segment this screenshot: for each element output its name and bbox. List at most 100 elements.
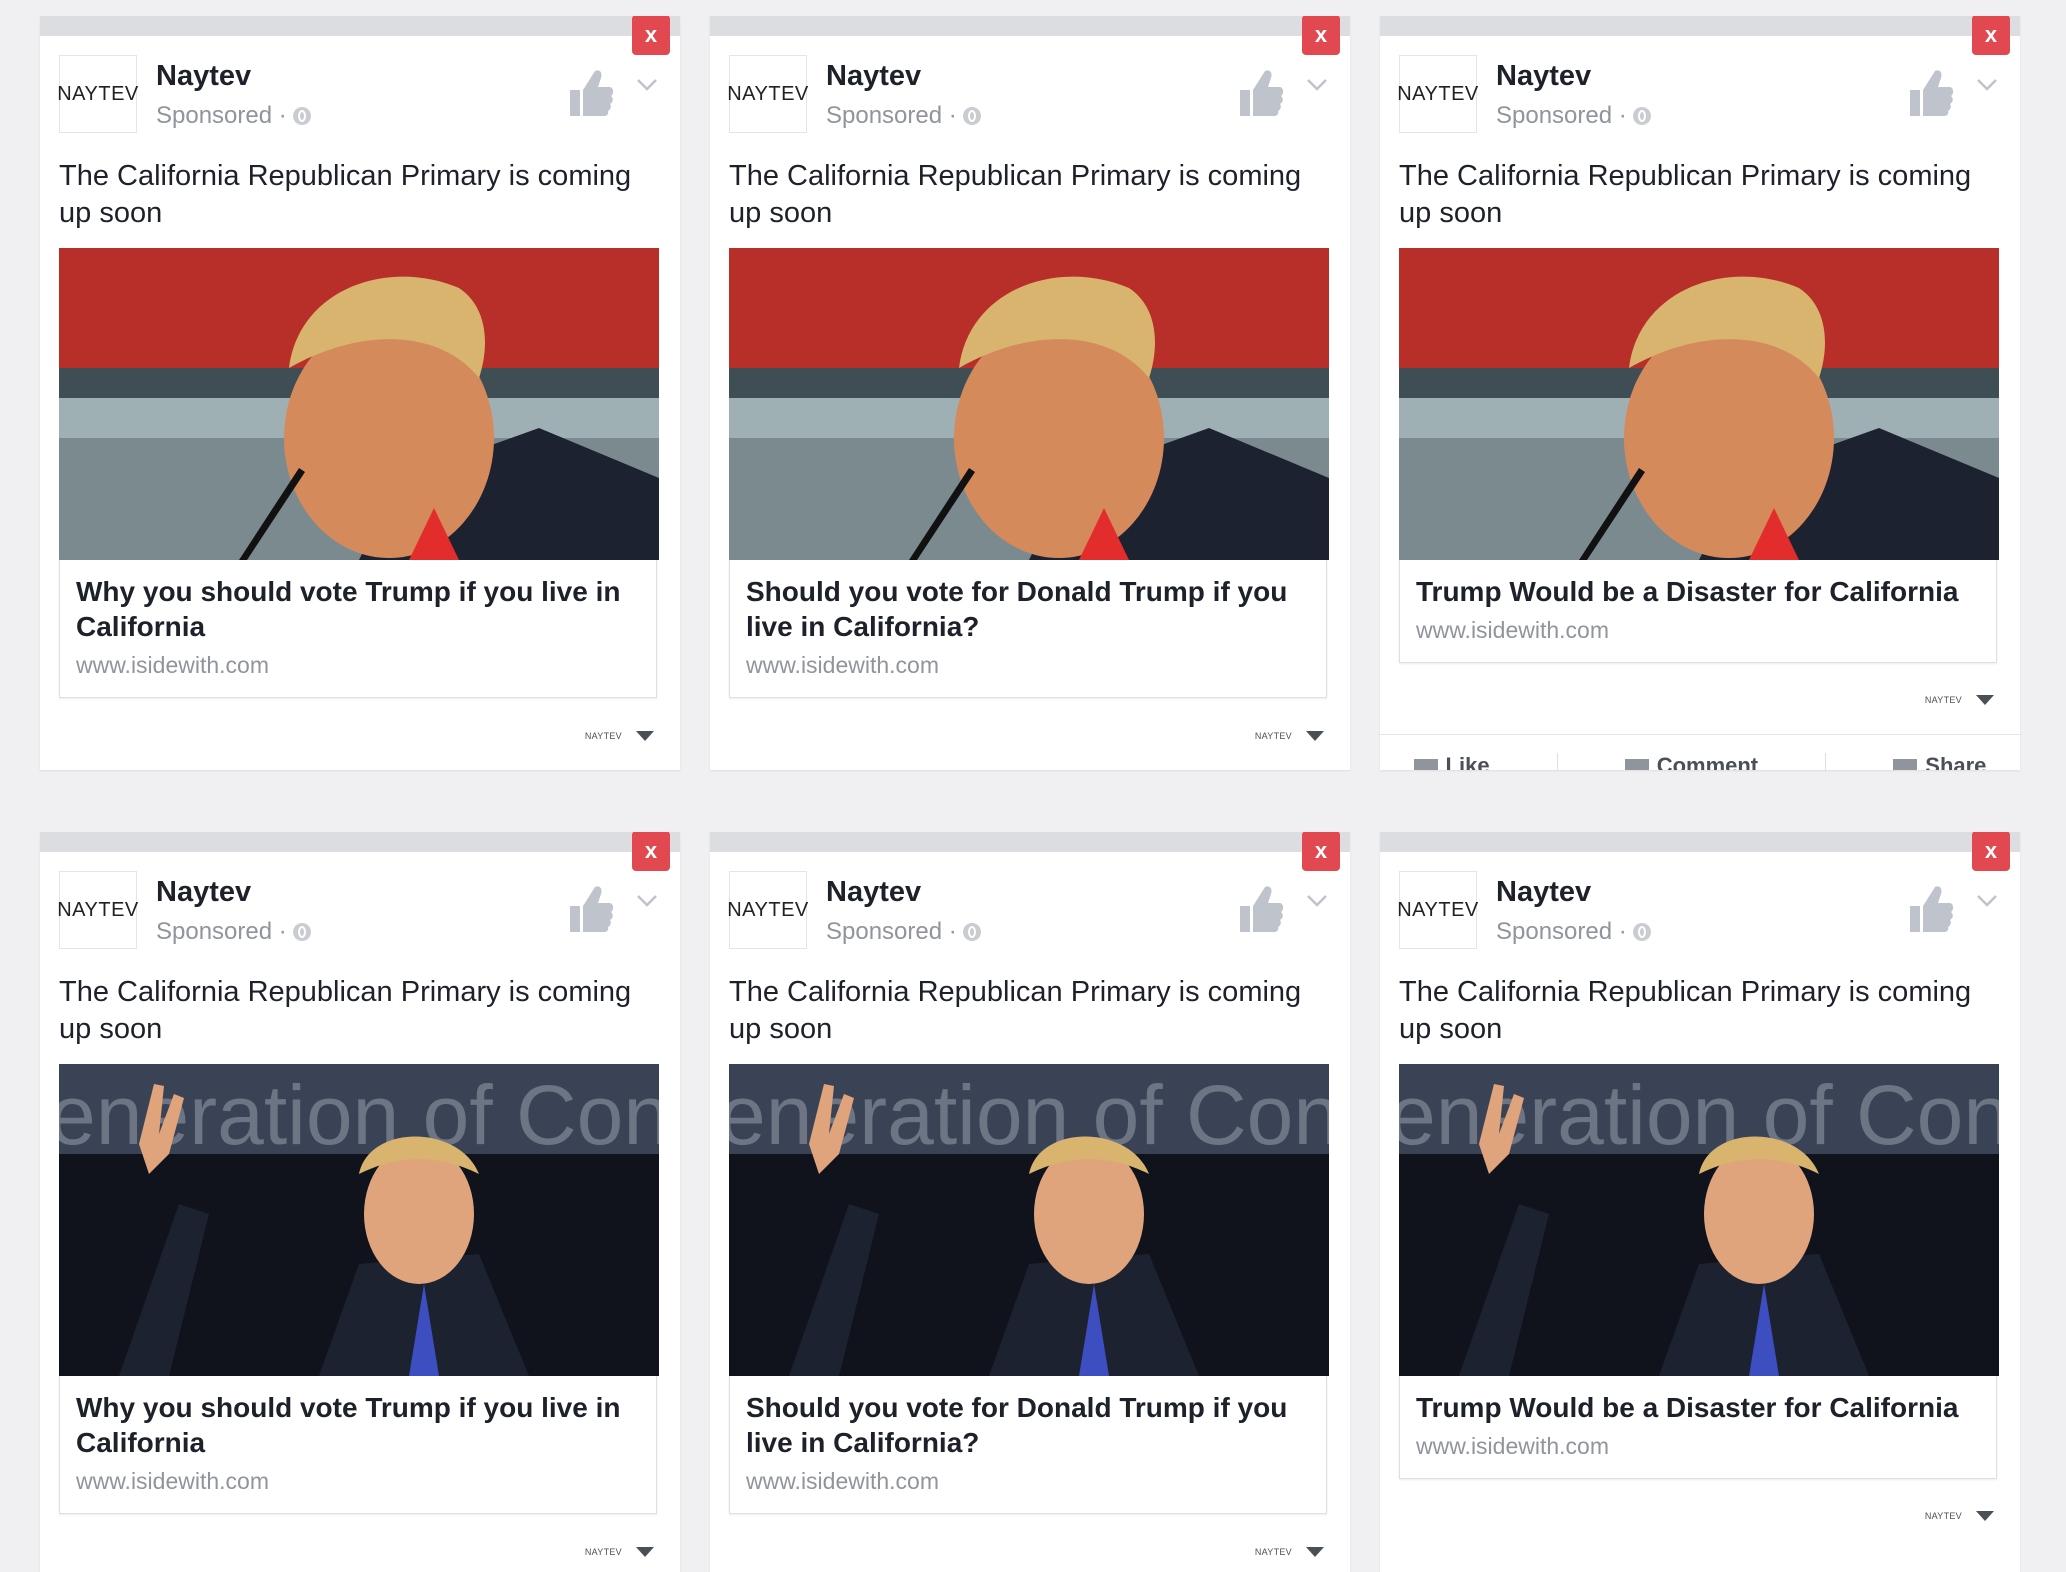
post-text: The California Republican Primary is com… (59, 160, 632, 229)
footer-menu-triangle-icon[interactable] (636, 1547, 654, 1557)
card-footer: NAYTEV (585, 731, 654, 741)
chevron-down-icon[interactable] (636, 74, 658, 96)
link-preview[interactable]: Why you should vote Trump if you live in… (59, 1376, 657, 1514)
chevron-down-icon[interactable] (1306, 890, 1328, 912)
debate-photo[interactable] (1399, 248, 1999, 560)
close-button[interactable]: x (632, 832, 670, 871)
ad-card-1: x NAYTEV Naytev Sponsored · The Californ… (40, 16, 680, 770)
footer-menu-triangle-icon[interactable] (1976, 1511, 1994, 1521)
link-headline[interactable]: Should you vote for Donald Trump if you … (746, 574, 1310, 644)
peace-sign-photo[interactable]: eneration of Conse (1399, 1064, 1999, 1376)
close-button[interactable]: x (1302, 832, 1340, 871)
like-thumb-icon[interactable] (568, 68, 614, 118)
brand-name[interactable]: Naytev (826, 60, 921, 93)
brand-name[interactable]: Naytev (156, 876, 251, 909)
link-url[interactable]: www.isidewith.com (1416, 1433, 1980, 1460)
card-footer: NAYTEV (1925, 1511, 1994, 1521)
sponsored-label: Sponsored · (1496, 102, 1651, 130)
like-thumb-icon[interactable] (1238, 68, 1284, 118)
globe-icon (292, 107, 311, 125)
link-url[interactable]: www.isidewith.com (746, 1468, 1310, 1495)
globe-icon (962, 107, 981, 125)
link-url[interactable]: www.isidewith.com (76, 652, 640, 679)
card-footer: NAYTEV (585, 1547, 654, 1557)
link-headline[interactable]: Trump Would be a Disaster for California (1416, 574, 1980, 609)
card-footer: NAYTEV (1255, 731, 1324, 741)
like-button[interactable]: Like (1413, 753, 1490, 770)
footer-menu-triangle-icon[interactable] (636, 731, 654, 741)
link-url[interactable]: www.isidewith.com (76, 1468, 640, 1495)
globe-icon (962, 923, 981, 941)
chevron-down-icon[interactable] (1306, 74, 1328, 96)
close-button[interactable]: x (1972, 832, 2010, 871)
like-icon (1413, 759, 1438, 770)
naytev-logo: NAYTEV (727, 871, 808, 949)
globe-icon (292, 923, 311, 941)
post-text: The California Republican Primary is com… (59, 976, 632, 1045)
close-button[interactable]: x (1302, 16, 1340, 55)
sponsored-label: Sponsored · (826, 918, 981, 946)
footer-menu-triangle-icon[interactable] (1976, 695, 1994, 705)
card-footer: NAYTEV (1925, 695, 1994, 705)
chevron-down-icon[interactable] (1976, 890, 1998, 912)
ad-card-3: x NAYTEV Naytev Sponsored · The Californ… (1380, 16, 2020, 770)
footer-logo: NAYTEV (1924, 1511, 1962, 1521)
post-text: The California Republican Primary is com… (1399, 160, 1972, 229)
footer-menu-triangle-icon[interactable] (1306, 731, 1324, 741)
link-headline[interactable]: Should you vote for Donald Trump if you … (746, 1390, 1310, 1460)
like-thumb-icon[interactable] (1908, 68, 1954, 118)
peace-sign-photo[interactable]: eneration of Conse (59, 1064, 659, 1376)
debate-photo[interactable] (729, 248, 1329, 560)
link-preview[interactable]: Should you vote for Donald Trump if you … (729, 1376, 1327, 1514)
brand-name[interactable]: Naytev (826, 876, 921, 909)
like-thumb-icon[interactable] (568, 884, 614, 934)
brand-name[interactable]: Naytev (156, 60, 251, 93)
globe-icon (1632, 107, 1651, 125)
footer-menu-triangle-icon[interactable] (1306, 1547, 1324, 1557)
footer-logo: NAYTEV (584, 731, 622, 741)
sponsored-label: Sponsored · (156, 918, 311, 946)
ad-card-6: x NAYTEV Naytev Sponsored · The Californ… (1380, 832, 2020, 1572)
link-url[interactable]: www.isidewith.com (746, 652, 1310, 679)
link-preview[interactable]: Should you vote for Donald Trump if you … (729, 560, 1327, 698)
card-top-bar (710, 16, 1350, 36)
post-actions: Like Comment Share (1380, 734, 2020, 770)
naytev-logo: NAYTEV (1397, 871, 1478, 949)
like-thumb-icon[interactable] (1238, 884, 1284, 934)
brand-name[interactable]: Naytev (1496, 876, 1591, 909)
sponsored-label: Sponsored · (1496, 918, 1651, 946)
footer-logo: NAYTEV (1254, 731, 1292, 741)
action-divider (1556, 753, 1558, 770)
card-footer: NAYTEV (1255, 1547, 1324, 1557)
share-button[interactable]: Share (1893, 753, 1986, 770)
brand-name[interactable]: Naytev (1496, 60, 1591, 93)
link-preview[interactable]: Trump Would be a Disaster for California… (1399, 560, 1997, 663)
link-headline[interactable]: Trump Would be a Disaster for California (1416, 1390, 1980, 1425)
close-button[interactable]: x (632, 16, 670, 55)
naytev-logo: NAYTEV (727, 55, 808, 133)
globe-icon (1632, 923, 1651, 941)
peace-sign-photo[interactable]: eneration of Conse (729, 1064, 1329, 1376)
naytev-logo: NAYTEV (1397, 55, 1478, 133)
footer-logo: NAYTEV (1924, 695, 1962, 705)
post-text: The California Republican Primary is com… (729, 160, 1302, 229)
card-top-bar (40, 16, 680, 36)
link-headline[interactable]: Why you should vote Trump if you live in… (76, 574, 640, 644)
naytev-logo: NAYTEV (57, 871, 138, 949)
debate-photo[interactable] (59, 248, 659, 560)
like-thumb-icon[interactable] (1908, 884, 1954, 934)
link-preview[interactable]: Trump Would be a Disaster for California… (1399, 1376, 1997, 1479)
post-text: The California Republican Primary is com… (729, 976, 1302, 1045)
link-preview[interactable]: Why you should vote Trump if you live in… (59, 560, 657, 698)
link-headline[interactable]: Why you should vote Trump if you live in… (76, 1390, 640, 1460)
close-button[interactable]: x (1972, 16, 2010, 55)
chevron-down-icon[interactable] (1976, 74, 1998, 96)
link-url[interactable]: www.isidewith.com (1416, 617, 1980, 644)
ad-card-2: x NAYTEV Naytev Sponsored · The Californ… (710, 16, 1350, 770)
comment-icon (1624, 759, 1649, 770)
action-divider (1825, 753, 1827, 770)
ad-card-5: x NAYTEV Naytev Sponsored · The Californ… (710, 832, 1350, 1572)
comment-button[interactable]: Comment (1624, 753, 1758, 770)
chevron-down-icon[interactable] (636, 890, 658, 912)
card-top-bar (710, 832, 1350, 852)
